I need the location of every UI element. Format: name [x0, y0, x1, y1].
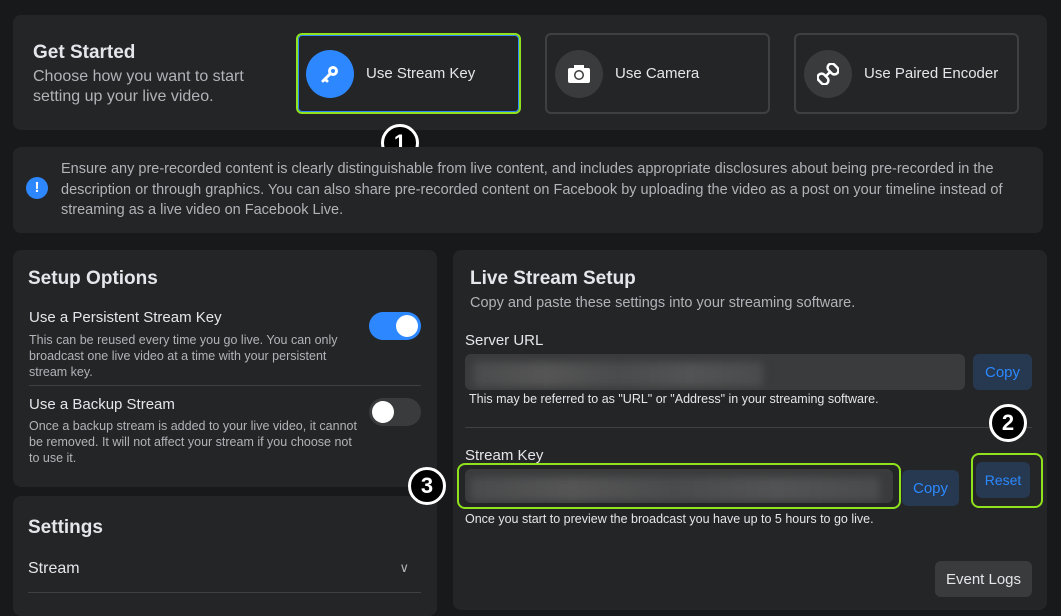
annotation-3: 3 — [408, 467, 446, 505]
stream-key-hint: Once you start to preview the broadcast … — [465, 512, 874, 526]
divider — [29, 385, 421, 386]
notice-box: ! Ensure any pre-recorded content is cle… — [13, 147, 1043, 233]
annotation-2: 2 — [989, 404, 1027, 442]
persistent-key-label: Use a Persistent Stream Key — [29, 309, 222, 326]
stream-key-label: Stream Key — [465, 447, 543, 464]
event-logs-button[interactable]: Event Logs — [935, 561, 1032, 597]
divider — [465, 427, 1032, 428]
reset-stream-key-button[interactable]: Reset — [976, 462, 1030, 498]
server-url-label: Server URL — [465, 332, 543, 349]
notice-text: Ensure any pre-recorded content is clear… — [61, 159, 1036, 221]
get-started-title: Get Started — [33, 42, 135, 64]
settings-card: Settings Stream ∨ — [13, 496, 437, 616]
stream-label: Stream — [28, 560, 80, 577]
server-url-hint: This may be referred to as "URL" or "Add… — [469, 392, 879, 406]
stream-key-input[interactable] — [465, 469, 893, 503]
persistent-key-desc: This can be reused every time you go liv… — [29, 332, 364, 380]
option-label: Use Stream Key — [366, 65, 475, 82]
exclamation-icon: ! — [26, 177, 48, 199]
settings-title: Settings — [28, 517, 103, 539]
backup-stream-desc: Once a backup stream is added to your li… — [29, 418, 364, 466]
key-icon — [306, 50, 354, 98]
backup-stream-label: Use a Backup Stream — [29, 396, 175, 413]
option-label: Use Paired Encoder — [864, 65, 998, 82]
setup-options-title: Setup Options — [28, 268, 158, 290]
use-paired-encoder-option[interactable]: Use Paired Encoder — [794, 33, 1019, 114]
option-label: Use Camera — [615, 65, 699, 82]
server-url-input[interactable] — [465, 354, 965, 390]
copy-stream-key-button[interactable]: Copy — [902, 470, 959, 506]
live-setup-subtitle: Copy and paste these settings into your … — [470, 295, 855, 311]
camera-icon — [555, 50, 603, 98]
live-stream-setup-card: Live Stream Setup Copy and paste these s… — [453, 250, 1047, 610]
backup-stream-toggle[interactable] — [369, 398, 421, 426]
use-stream-key-option[interactable]: Use Stream Key — [296, 33, 521, 114]
copy-server-url-button[interactable]: Copy — [973, 354, 1032, 390]
persistent-key-toggle[interactable] — [369, 312, 421, 340]
use-camera-option[interactable]: Use Camera — [545, 33, 770, 114]
divider — [28, 592, 421, 593]
link-icon — [804, 50, 852, 98]
stream-section-toggle[interactable]: Stream ∨ — [28, 560, 421, 586]
live-setup-title: Live Stream Setup — [470, 268, 636, 290]
chevron-down-icon: ∨ — [399, 560, 409, 576]
get-started-subtitle: Choose how you want to start setting up … — [33, 67, 283, 107]
setup-options-card: Setup Options Use a Persistent Stream Ke… — [13, 250, 437, 487]
